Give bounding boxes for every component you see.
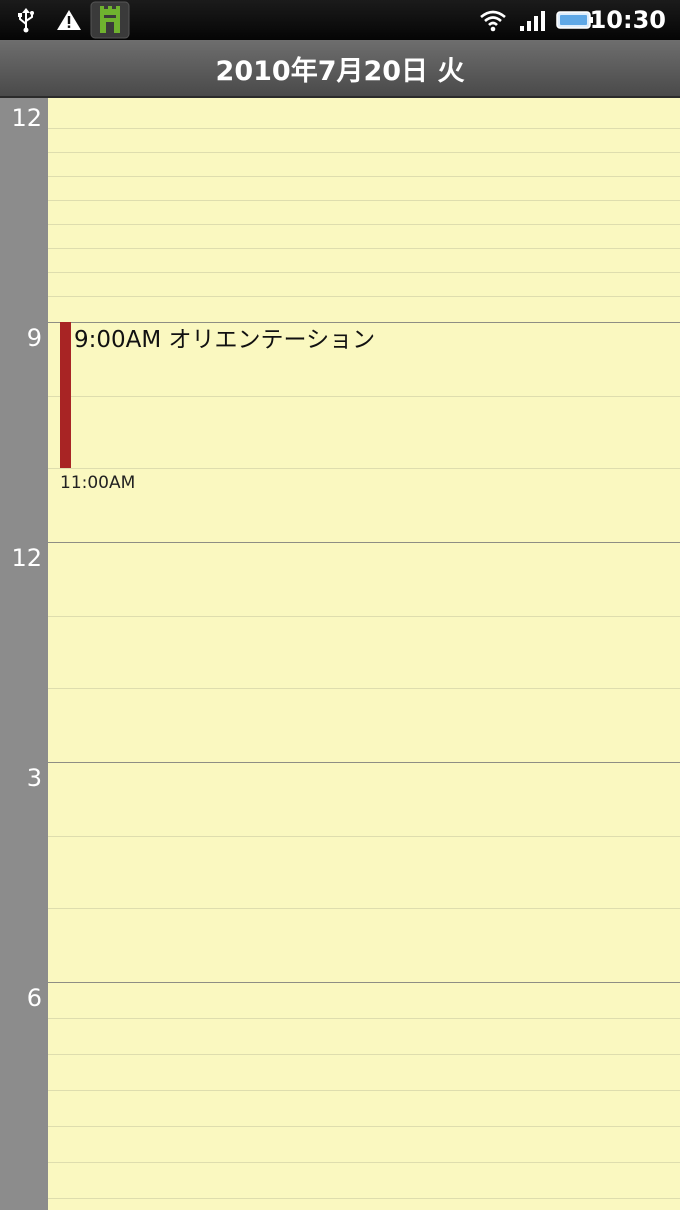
status-time: 10:30 xyxy=(589,6,666,34)
date-header[interactable]: 2010年7月20日 火 xyxy=(0,40,680,98)
grid-line xyxy=(48,688,680,689)
time-gutter: 12 9 12 3 6 xyxy=(0,98,48,1210)
usb-icon xyxy=(16,0,36,40)
grid-line xyxy=(48,1198,680,1199)
day-grid[interactable] xyxy=(48,98,680,1210)
grid-line xyxy=(48,296,680,297)
grid-line xyxy=(48,396,680,397)
hour-label: 9 xyxy=(26,324,42,352)
grid-line xyxy=(48,272,680,273)
event-block[interactable] xyxy=(60,322,71,468)
grid-line xyxy=(48,200,680,201)
signal-icon xyxy=(518,0,548,40)
status-bar: 10:30 xyxy=(0,0,680,40)
grid-line xyxy=(48,836,680,837)
grid-line xyxy=(48,1162,680,1163)
grid-line xyxy=(48,1054,680,1055)
wifi-icon xyxy=(478,0,508,40)
hour-label: 3 xyxy=(26,764,42,792)
grid-line xyxy=(48,468,680,469)
grid-line xyxy=(48,248,680,249)
app-notification-icon xyxy=(90,0,130,40)
hour-label: 12 xyxy=(11,104,42,132)
battery-icon xyxy=(556,0,594,40)
warning-icon xyxy=(56,0,82,40)
grid-line xyxy=(48,176,680,177)
grid-line xyxy=(48,1090,680,1091)
grid-line xyxy=(48,616,680,617)
grid-line xyxy=(48,152,680,153)
hour-divider xyxy=(48,982,680,983)
hour-label: 12 xyxy=(11,544,42,572)
grid-line xyxy=(48,224,680,225)
event-title[interactable]: 9:00AM オリエンテーション xyxy=(74,320,375,354)
grid-line xyxy=(48,128,680,129)
grid-line xyxy=(48,1126,680,1127)
hour-label: 6 xyxy=(26,984,42,1012)
page-title: 2010年7月20日 火 xyxy=(215,55,465,87)
hour-divider xyxy=(48,542,680,543)
event-end-time: 11:00AM xyxy=(60,473,136,493)
hour-divider xyxy=(48,762,680,763)
grid-line xyxy=(48,1018,680,1019)
grid-line xyxy=(48,908,680,909)
